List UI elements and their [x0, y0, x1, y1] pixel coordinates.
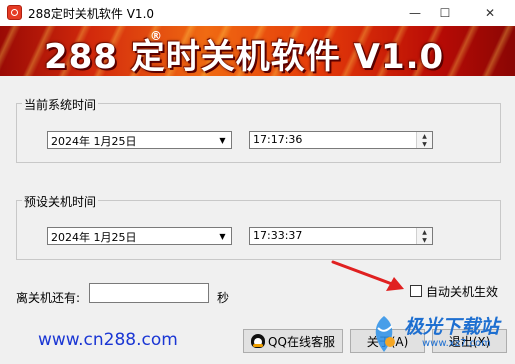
current-date-picker[interactable]: 2024年 1月25日 ▼	[47, 131, 232, 149]
banner-title: 288 定时关机软件 V1.0	[44, 37, 445, 76]
current-time-spin-buttons: ▲ ▼	[416, 132, 432, 148]
preset-date-picker[interactable]: 2024年 1月25日 ▼	[47, 227, 232, 245]
red-arrow-icon	[331, 260, 404, 291]
remaining-label: 离关机还有:	[16, 291, 81, 305]
current-time-value: 17:17:36	[253, 133, 303, 146]
current-time-group-label: 当前系统时间	[22, 96, 99, 113]
preset-time-spin-buttons: ▲ ▼	[416, 228, 432, 244]
qq-support-button[interactable]: QQ在线客服	[243, 329, 343, 353]
current-time-spinner[interactable]: 17:17:36 ▲ ▼	[249, 131, 433, 149]
title-bar: 288定时关机软件 V1.0 — ☐ ✕	[0, 0, 515, 26]
seconds-unit-label: 秒	[217, 291, 230, 305]
auto-shutdown-label[interactable]: 自动关机生效	[426, 283, 498, 300]
watermark: 极光下载站 www.xz7.com	[362, 310, 512, 360]
preset-time-value: 17:33:37	[253, 229, 303, 242]
app-banner: 288 定时关机软件 V1.0 ®	[0, 26, 515, 76]
app-icon	[7, 5, 22, 20]
remaining-seconds-field[interactable]	[89, 283, 209, 303]
qq-icon	[251, 334, 266, 348]
chevron-down-icon[interactable]: ▼	[215, 229, 230, 243]
watermark-logo-icon	[375, 316, 395, 352]
auto-shutdown-checkbox[interactable]	[410, 285, 422, 297]
chevron-down-icon[interactable]: ▼	[215, 133, 230, 147]
watermark-text: 极光下载站	[404, 316, 500, 338]
spin-down-icon[interactable]: ▼	[417, 236, 432, 244]
qq-support-label: QQ在线客服	[268, 334, 335, 349]
window-title: 288定时关机软件 V1.0	[28, 7, 155, 21]
registered-mark: ®	[150, 29, 162, 43]
close-button[interactable]: ✕	[470, 0, 510, 26]
current-date-value: 2024年 1月25日	[51, 135, 137, 148]
watermark-sub: www.xz7.com	[422, 338, 491, 349]
spin-down-icon[interactable]: ▼	[417, 140, 432, 148]
website-link[interactable]: www.cn288.com	[38, 330, 178, 350]
maximize-button[interactable]: ☐	[425, 0, 465, 26]
preset-time-group-label: 预设关机时间	[22, 193, 99, 210]
preset-date-value: 2024年 1月25日	[51, 231, 137, 244]
preset-time-spinner[interactable]: 17:33:37 ▲ ▼	[249, 227, 433, 245]
